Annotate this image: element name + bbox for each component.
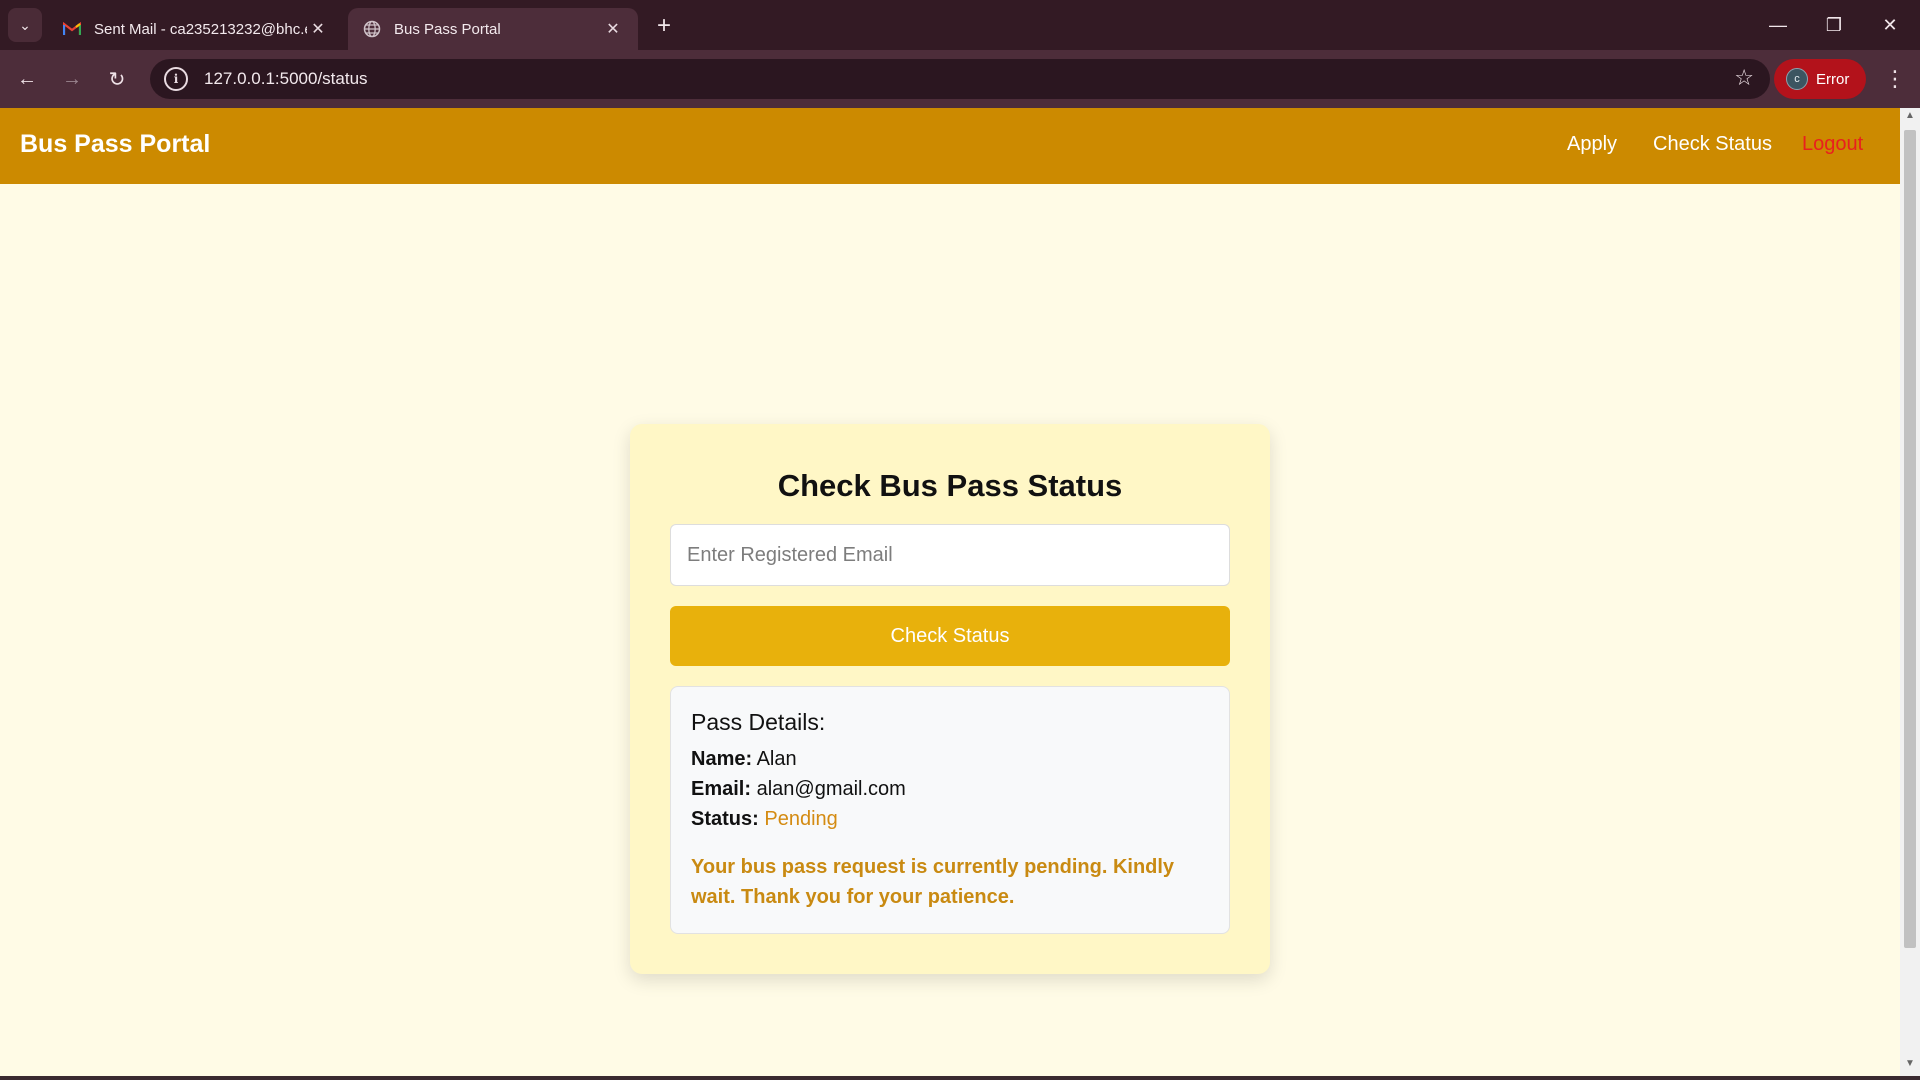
forward-arrow-icon[interactable]: → (55, 62, 89, 96)
bookmark-star-icon[interactable]: ☆ (1734, 65, 1754, 91)
tab-title: Sent Mail - ca235213232@bhc.e (94, 20, 307, 38)
nav-apply-link[interactable]: Apply (1567, 133, 1617, 156)
browser-tab-strip: ⌄ Sent Mail - ca235213232@bhc.e ✕ Bus Pa… (0, 0, 1920, 50)
site-brand[interactable]: Bus Pass Portal (20, 130, 210, 159)
status-badge: Pending (764, 808, 838, 830)
browser-toolbar: ← → ↻ i 127.0.0.1:5000/status ☆ c Error … (0, 50, 1920, 108)
minimize-icon[interactable]: — (1750, 0, 1806, 50)
restore-icon[interactable]: ❐ (1806, 0, 1862, 50)
site-info-icon[interactable]: i (164, 67, 188, 91)
tab-sent-mail[interactable]: Sent Mail - ca235213232@bhc.e ✕ (48, 8, 343, 50)
status-label: Status: (691, 808, 759, 830)
close-icon[interactable]: ✕ (307, 18, 329, 40)
pending-message: Your bus pass request is currently pendi… (691, 856, 1175, 908)
avatar: c (1786, 68, 1808, 90)
scrollbar-thumb[interactable] (1904, 130, 1916, 948)
tab-title: Bus Pass Portal (394, 20, 501, 38)
address-url[interactable]: 127.0.0.1:5000/status (204, 69, 368, 89)
page-viewport: Bus Pass Portal Apply Check Status Logou… (0, 108, 1900, 1076)
email-label: Email: (691, 778, 752, 800)
nav-logout-link[interactable]: Logout (1802, 133, 1863, 156)
detail-row-email: Email: alan@gmail.com (691, 774, 1209, 804)
new-tab-button[interactable]: + (650, 12, 678, 40)
site-navbar: Bus Pass Portal Apply Check Status Logou… (0, 108, 1900, 184)
gmail-icon (62, 19, 82, 39)
kebab-menu-icon[interactable]: ⋮ (1880, 62, 1910, 96)
email-field[interactable] (670, 524, 1230, 586)
name-label: Name: (691, 748, 753, 770)
reload-icon[interactable]: ↻ (100, 62, 134, 96)
page-title: Check Bus Pass Status (777, 468, 1123, 503)
window-bottom-edge (0, 1076, 1920, 1080)
globe-icon (362, 19, 382, 39)
close-window-icon[interactable]: ✕ (1862, 0, 1918, 50)
close-icon[interactable]: ✕ (602, 18, 624, 40)
scroll-up-arrow-icon[interactable]: ▲ (1904, 110, 1916, 124)
tab-search-button[interactable]: ⌄ (8, 8, 42, 42)
back-arrow-icon[interactable]: ← (10, 62, 44, 96)
scroll-down-arrow-icon[interactable]: ▼ (1904, 1058, 1916, 1072)
status-card: Check Bus Pass Status Check Status Pass … (630, 424, 1270, 974)
detail-row-name: Name: Alan (691, 744, 1209, 774)
pass-details-heading: Pass Details: (691, 709, 826, 735)
profile-status-label: Error (1816, 70, 1850, 88)
pass-details-panel: Pass Details: Name: Alan Email: alan@gma… (670, 686, 1230, 934)
check-status-button[interactable]: Check Status (670, 606, 1230, 666)
address-bar[interactable]: i 127.0.0.1:5000/status ☆ (150, 59, 1770, 99)
profile-button[interactable]: c Error (1774, 59, 1866, 99)
page-scrollbar[interactable]: ▲ ▼ (1900, 108, 1920, 1076)
chevron-down-icon: ⌄ (19, 16, 31, 33)
detail-row-status: Status: Pending (691, 804, 1209, 834)
tab-bus-pass-portal[interactable]: Bus Pass Portal ✕ (348, 8, 638, 50)
email-value: alan@gmail.com (756, 778, 906, 800)
nav-check-status-link[interactable]: Check Status (1653, 133, 1772, 156)
name-value: Alan (756, 748, 797, 770)
